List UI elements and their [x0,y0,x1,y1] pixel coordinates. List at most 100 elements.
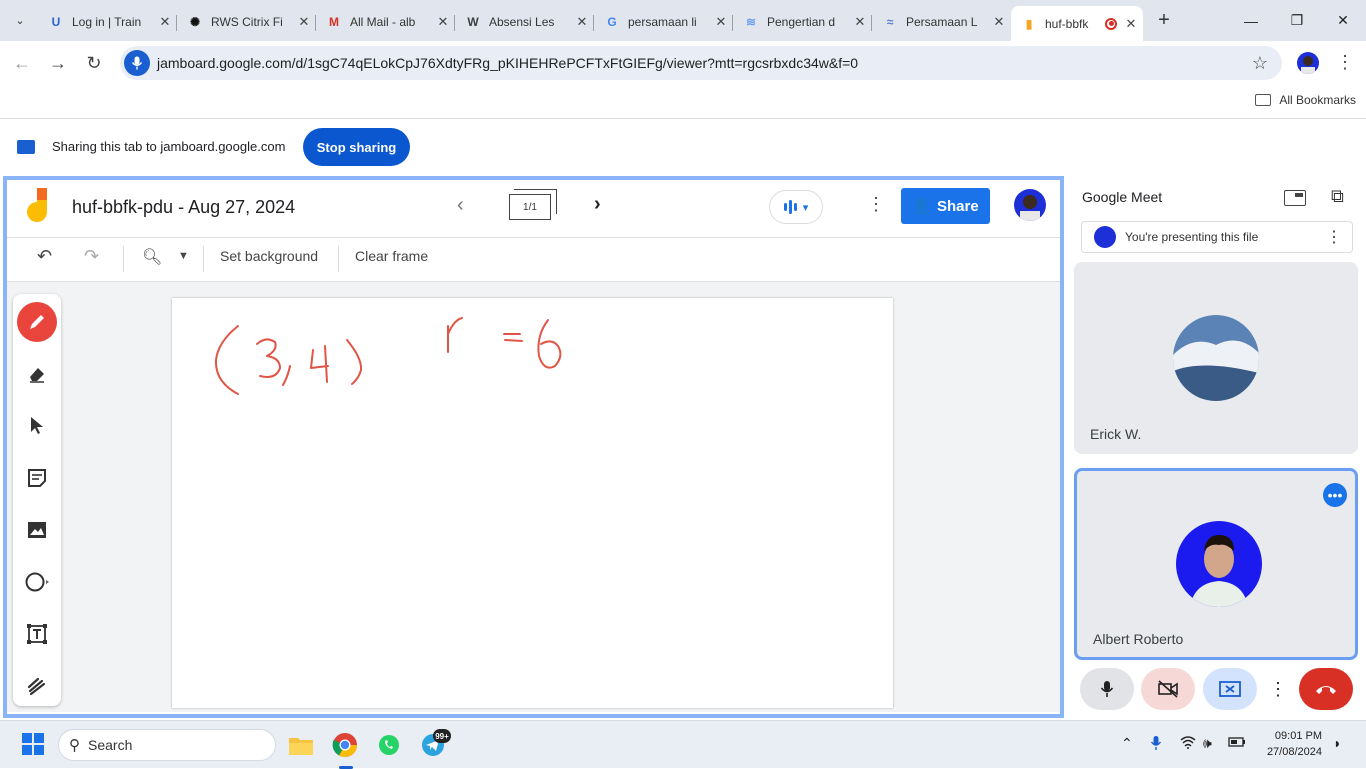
whatsapp-icon[interactable] [375,731,403,759]
close-window-button[interactable]: ✕ [1320,0,1366,41]
user-avatar[interactable] [1014,189,1046,221]
volume-icon[interactable]: 🕪 [1203,735,1212,752]
forward-button[interactable]: → [44,49,72,77]
close-tab-icon[interactable]: ✕ [292,14,316,30]
taskbar-search[interactable]: ⚲ Search [58,729,276,761]
picture-in-picture-icon[interactable] [1284,190,1306,206]
frame-counter[interactable]: 1/1 [509,189,557,220]
ink-digit-3 [256,338,281,378]
wifi-icon[interactable] [1180,735,1196,752]
tab-title: All Mail - alb [350,15,416,29]
divider [338,246,339,272]
next-frame-icon[interactable]: › [594,193,601,216]
close-tab-icon[interactable]: ✕ [570,14,594,30]
avatar [1094,226,1116,248]
url-text: jamboard.google.com/d/1sgC74qELokCpJ76Xd… [157,55,859,71]
mic-icon [1100,681,1114,697]
zoom-icon[interactable]: 🔍︎ [142,247,162,267]
address-bar[interactable]: jamboard.google.com/d/1sgC74qELokCpJ76Xd… [120,46,1282,80]
browser-tab[interactable]: ≈ Persamaan L ✕ [872,6,1011,38]
close-tab-icon[interactable]: ✕ [848,14,872,30]
text-box-icon[interactable] [17,614,57,654]
set-background-button[interactable]: Set background [220,248,318,264]
image-icon[interactable] [17,510,57,550]
jamboard-title[interactable]: huf-bbfk-pdu - Aug 27, 2024 [72,197,295,218]
jamboard-menu-icon[interactable]: ⋮ [867,194,885,215]
jamboard-toolbar: ↶ ↷ 🔍︎ ▼ Set background Clear frame [7,238,1060,282]
mic-icon[interactable] [124,50,150,76]
system-clock[interactable]: 09:01 PM 27/08/2024 [1267,728,1322,760]
circle-shape-icon[interactable] [17,562,57,602]
tab-favicon-icon: U [51,15,61,29]
file-explorer-icon[interactable] [287,731,315,759]
participant-tile-active[interactable]: ••• Albert Roberto [1074,468,1358,660]
zoom-dropdown-icon[interactable]: ▼ [178,250,189,262]
tab-search-button[interactable]: ⌄ [6,7,34,35]
camera-off-button[interactable] [1141,668,1195,710]
pen-tool-icon[interactable] [17,302,57,342]
popout-icon[interactable]: ⧉ [1331,186,1344,207]
presenting-banner: You're presenting this file ⋮ [1081,221,1353,253]
jamboard-logo-icon [27,188,47,222]
close-tab-icon[interactable]: ✕ [431,14,455,30]
participant-tile[interactable]: Erick W. [1074,262,1358,454]
close-tab-icon[interactable]: ✕ [153,14,177,30]
stop-presenting-button[interactable] [1203,668,1257,710]
restore-button[interactable]: ❐ [1274,0,1320,41]
ink-drawing [214,317,562,395]
stop-sharing-button[interactable]: Stop sharing [303,128,410,166]
close-tab-icon[interactable]: ✕ [987,14,1011,30]
notification-icon[interactable]: ◗ [1333,735,1341,751]
share-button[interactable]: 👤 Share [901,188,990,224]
chrome-icon[interactable] [331,731,359,759]
ink-open-paren [214,325,239,395]
sticky-note-icon[interactable] [17,458,57,498]
undo-icon[interactable]: ↶ [37,246,52,267]
browser-tab[interactable]: ▮ huf-bbfk ✕ [1011,6,1143,41]
meet-audio-chip[interactable]: ▾ [769,190,823,224]
ink-digit-4 [310,345,329,383]
more-options-icon[interactable]: ⋮ [1266,668,1290,710]
close-tab-icon[interactable]: ✕ [1119,16,1143,32]
participant-photo [1173,315,1259,401]
browser-menu-icon[interactable]: ⋮ [1336,52,1354,73]
profile-avatar[interactable] [1297,52,1319,74]
clear-frame-button[interactable]: Clear frame [355,248,428,264]
bookmark-star-icon[interactable]: ☆ [1252,53,1268,74]
more-options-icon[interactable]: ••• [1323,483,1347,507]
redo-icon[interactable]: ↷ [84,246,99,267]
chevron-up-icon[interactable]: ⌃ [1121,735,1133,752]
browser-tab[interactable]: W Absensi Les ✕ [455,6,594,38]
browser-tab[interactable]: ✺ RWS Citrix Fi ✕ [177,6,316,38]
browser-tab[interactable]: Gpersamaan li ✕ [594,6,733,38]
browser-tab[interactable]: U Log in | Train ✕ [38,6,177,38]
mic-button[interactable] [1080,668,1134,710]
whiteboard[interactable] [172,298,893,708]
reload-button[interactable]: ↻ [80,49,108,77]
browser-tab[interactable]: ≋ Pengertian d ✕ [733,6,872,38]
mic-tray-icon[interactable] [1150,735,1162,754]
all-bookmarks-button[interactable]: All Bookmarks [1255,93,1356,107]
participant-name: Albert Roberto [1093,631,1184,647]
previous-frame-icon[interactable]: ‹ [457,194,464,217]
presenting-menu-icon[interactable]: ⋮ [1326,227,1342,247]
telegram-badge: 99+ [433,729,451,743]
divider [203,246,204,272]
new-tab-button[interactable]: + [1149,9,1179,32]
eraser-icon[interactable] [17,354,57,394]
select-cursor-icon[interactable] [17,406,57,446]
leave-call-button[interactable] [1299,668,1353,710]
battery-icon[interactable] [1228,735,1246,751]
tab-title: Absensi Les [489,15,555,29]
back-button[interactable]: ← [8,49,36,77]
close-tab-icon[interactable]: ✕ [709,14,733,30]
browser-tab[interactable]: M All Mail - alb ✕ [316,6,455,38]
tool-rail [13,294,61,706]
meet-panel: Google Meet ⧉ You're presenting this fil… [1066,176,1366,718]
minimize-button[interactable]: — [1228,0,1274,41]
laser-pointer-icon[interactable] [17,666,57,706]
jamboard-header: huf-bbfk-pdu - Aug 27, 2024 ‹ 1/1 › ▾ ⋮ … [7,180,1060,238]
windows-start-icon[interactable] [22,733,44,755]
tab-strip: ⌄ U Log in | Train ✕ ✺ RWS Citrix Fi ✕ M All Ma… [0,0,1366,41]
tab-favicon-icon: M [329,15,339,29]
